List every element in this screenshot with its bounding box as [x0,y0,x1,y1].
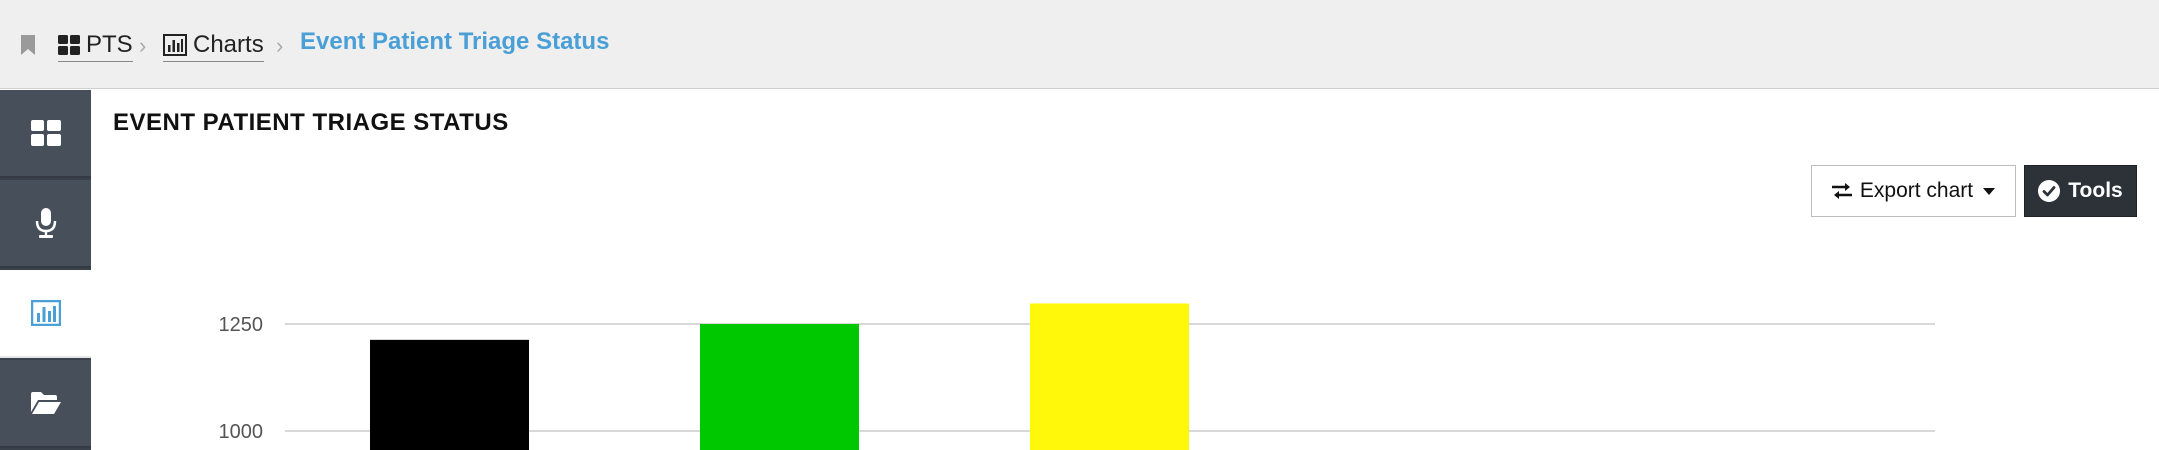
y-tick-label: 1250 [219,314,264,336]
y-tick-label: 1000 [219,421,264,443]
check-circle-icon [2038,180,2061,202]
tools-label: Tools [2068,179,2123,202]
exchange-icon [1831,182,1852,200]
triage-status-chart: 1000 1250 [219,303,1935,450]
export-chart-button[interactable]: Export chart [1811,165,2016,217]
tools-button[interactable]: Tools [2024,165,2137,217]
chart-bar[interactable] [370,339,529,450]
caret-down-icon [1983,187,1996,195]
chart-bar[interactable] [1030,303,1189,450]
chart-bar[interactable] [700,324,859,450]
export-chart-label: Export chart [1859,179,1974,202]
